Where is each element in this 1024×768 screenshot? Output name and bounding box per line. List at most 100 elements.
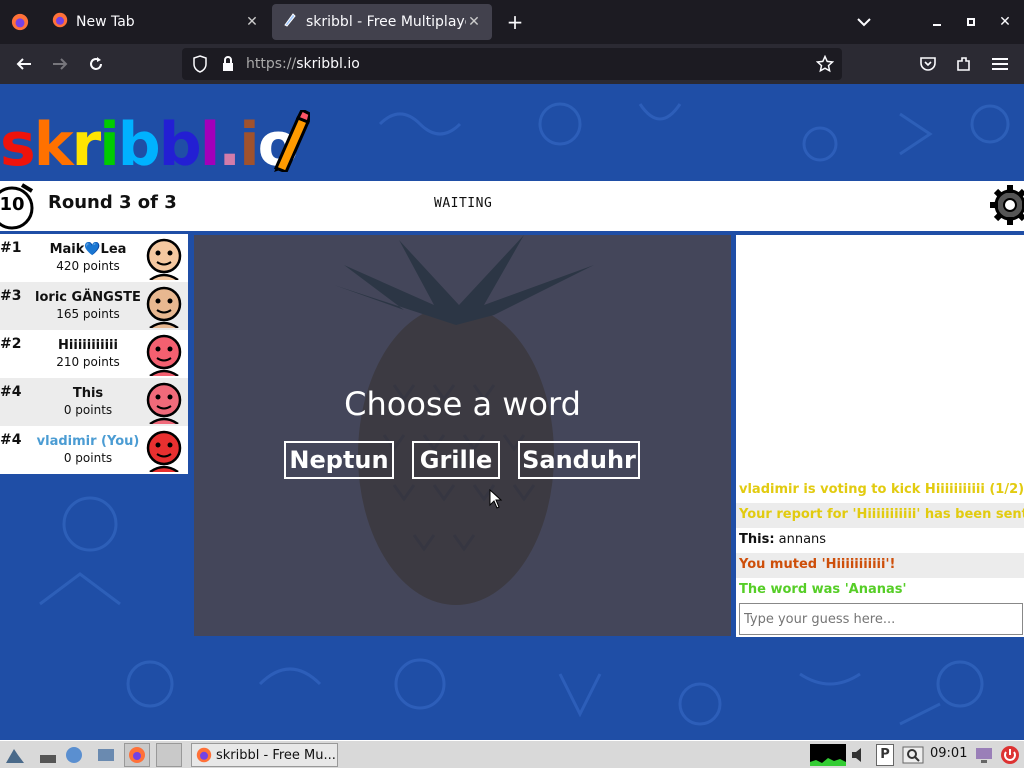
url-protocol: https://	[246, 56, 297, 72]
game-header: 10 Round 3 of 3 WAITING	[0, 181, 1024, 231]
skribbl-logo: skribbl.io	[0, 110, 299, 180]
pocket-icon[interactable]	[912, 48, 944, 80]
chat-message: This: annans	[736, 528, 1024, 553]
hamburger-menu-icon[interactable]	[984, 48, 1016, 80]
player-avatar-icon	[146, 334, 182, 376]
chat-text: You muted 'Hiiiiiiiiiii'!	[739, 557, 896, 572]
reload-icon[interactable]	[80, 48, 112, 80]
player-rank: #4	[0, 432, 22, 448]
skribbl-page: skribbl.io 10 Round 3 of 3 WAITING #1 Mai…	[0, 84, 1024, 740]
choose-word-prompt: Choose a word	[344, 385, 581, 423]
chat-author: This:	[739, 532, 775, 547]
tab-new-tab[interactable]: New Tab ✕	[42, 4, 270, 40]
chat-text: annans	[774, 532, 827, 547]
word-choice-overlay: Choose a word Neptun Grille Sanduhr	[194, 235, 731, 636]
show-desktop-icon[interactable]	[38, 745, 58, 765]
file-manager-icon[interactable]	[96, 745, 116, 765]
back-icon[interactable]	[8, 48, 40, 80]
player-avatar-icon	[146, 286, 182, 328]
start-menu-icon[interactable]	[4, 745, 26, 765]
player-row[interactable]: #4 This 0 points	[0, 378, 188, 426]
guess-input[interactable]	[739, 603, 1023, 635]
word-option-button[interactable]: Neptun	[284, 441, 394, 479]
mouse-cursor-icon	[489, 489, 503, 509]
cpu-monitor-graph	[810, 744, 846, 766]
tab-label: New Tab	[76, 14, 135, 30]
extensions-icon[interactable]	[948, 48, 980, 80]
lock-icon[interactable]	[220, 56, 236, 72]
shield-icon[interactable]	[190, 55, 210, 73]
player-points: 165 points	[56, 307, 120, 321]
address-bar[interactable]: https://skribbl.io	[182, 48, 842, 80]
player-rank: #2	[0, 336, 22, 352]
player-list: #1 Maik💙Lea 420 points #3 loric GÄNGSTE 165 p…	[0, 234, 188, 474]
settings-gear-icon[interactable]	[988, 183, 1024, 227]
word-option-button[interactable]: Sanduhr	[518, 441, 640, 479]
chat-message: The word was 'Ananas'	[736, 578, 1024, 603]
player-name: Maik💙Lea	[49, 242, 127, 257]
new-tab-button[interactable]: +	[500, 6, 530, 38]
player-points: 210 points	[56, 355, 120, 369]
player-row[interactable]: #4 vladimir (You) 0 points	[0, 426, 188, 474]
forward-icon[interactable]	[44, 48, 76, 80]
player-name: loric GÄNGSTE	[35, 290, 141, 305]
empty-launcher-slot[interactable]	[156, 743, 182, 767]
tab-label: skribbl - Free Multiplayer Drawing & Gue…	[306, 14, 466, 30]
tab-list-chevron-icon[interactable]	[849, 8, 879, 36]
chat-text: vladimir is voting to kick Hiiiiiiiiiii …	[739, 482, 1024, 497]
chat-panel: vladimir is voting to kick Hiiiiiiiiiii …	[736, 235, 1024, 637]
player-name: Hiiiiiiiiiii	[58, 338, 118, 353]
pencil-tab-icon	[282, 12, 298, 32]
timer-value: 10	[0, 194, 25, 215]
url-text: https://skribbl.io	[246, 56, 360, 72]
pencil-logo-icon	[274, 110, 310, 172]
network-globe-icon[interactable]	[64, 745, 84, 765]
search-tray-icon[interactable]	[902, 745, 924, 765]
player-row[interactable]: #3 loric GÄNGSTE 165 points	[0, 282, 188, 330]
player-points: 0 points	[63, 451, 113, 465]
chat-message: vladimir is voting to kick Hiiiiiiiiiii …	[736, 478, 1024, 503]
url-host: skribbl.io	[296, 56, 360, 72]
player-name: This	[72, 386, 104, 401]
maximize-icon[interactable]	[956, 8, 986, 36]
player-rank: #3	[0, 288, 22, 304]
bookmark-star-icon[interactable]	[816, 55, 834, 73]
player-rank: #1	[0, 240, 22, 256]
firefox-launcher-icon[interactable]	[124, 743, 150, 767]
firefox-task-icon	[196, 747, 212, 763]
minimize-icon[interactable]	[922, 8, 952, 36]
p-tray-icon[interactable]: P	[876, 744, 894, 766]
player-avatar-icon	[146, 238, 182, 280]
player-row[interactable]: #1 Maik💙Lea 420 points	[0, 234, 188, 282]
player-points: 420 points	[56, 259, 120, 273]
chat-message: You muted 'Hiiiiiiiiiii'!	[736, 553, 1024, 578]
drawing-canvas[interactable]: Choose a word Neptun Grille Sanduhr	[194, 235, 731, 636]
close-tab-icon[interactable]: ✕	[244, 14, 260, 30]
monitor-tray-icon[interactable]	[974, 745, 994, 765]
tab-skribbl[interactable]: skribbl - Free Multiplayer Drawing & Gue…	[272, 4, 492, 40]
chat-message: Your report for 'Hiiiiiiiiiii' has been …	[736, 503, 1024, 528]
player-avatar-icon	[146, 382, 182, 424]
volume-icon[interactable]	[850, 746, 872, 764]
close-window-icon[interactable]: ✕	[990, 8, 1020, 36]
player-name: vladimir (You)	[36, 434, 140, 449]
chat-text: Your report for 'Hiiiiiiiiiii' has been …	[739, 507, 1024, 522]
browser-tab-strip: New Tab ✕ skribbl - Free Multiplayer Dra…	[0, 0, 1024, 44]
navigation-toolbar: https://skribbl.io	[0, 44, 1024, 84]
power-icon[interactable]	[1000, 745, 1020, 765]
os-taskbar: skribbl - Free Mu... P 09:01	[0, 740, 1024, 768]
word-option-button[interactable]: Grille	[412, 441, 500, 479]
chat-text: The word was 'Ananas'	[739, 582, 907, 597]
game-status: WAITING	[434, 196, 493, 211]
round-indicator: Round 3 of 3	[48, 192, 177, 213]
taskbar-window-label: skribbl - Free Mu...	[216, 747, 336, 763]
taskbar-clock: 09:01	[930, 746, 968, 761]
player-rank: #4	[0, 384, 22, 400]
close-tab-icon[interactable]: ✕	[466, 14, 482, 30]
firefox-menu-icon[interactable]	[4, 6, 36, 38]
player-avatar-icon	[146, 430, 182, 472]
player-points: 0 points	[63, 403, 113, 417]
taskbar-window-button[interactable]: skribbl - Free Mu...	[191, 743, 338, 767]
firefox-tab-icon	[52, 12, 68, 32]
player-row[interactable]: #2 Hiiiiiiiiiii 210 points	[0, 330, 188, 378]
